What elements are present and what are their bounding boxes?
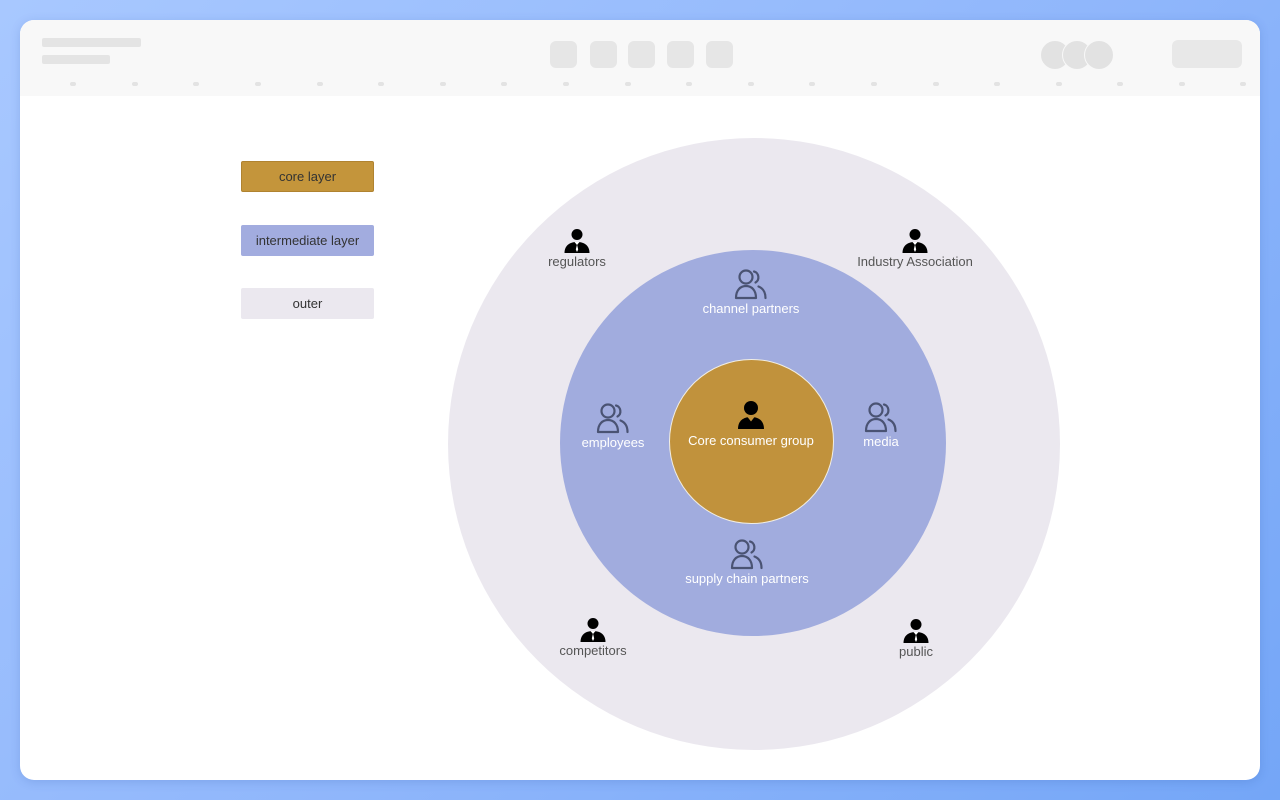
business-person-icon: [903, 619, 929, 643]
node-label: supply chain partners: [685, 571, 809, 586]
toolbar-button-2[interactable]: [590, 41, 617, 68]
ruler-mark: [994, 82, 1000, 86]
ruler-mark: [625, 82, 631, 86]
legend-core-label: core layer: [278, 169, 337, 184]
legend-outer-label: outer: [292, 296, 323, 311]
ruler-mark: [1056, 82, 1062, 86]
app-window: core layer intermediate layer outer regu…: [20, 20, 1260, 780]
node-regulators[interactable]: regulators: [467, 228, 687, 269]
node-label: competitors: [559, 643, 627, 658]
ruler-mark: [933, 82, 939, 86]
business-person-icon: [902, 229, 928, 253]
ruler-mark: [132, 82, 138, 86]
user-group-icon: [864, 402, 897, 433]
toolbar-title-placeholder: [42, 38, 141, 47]
toolbar-button-3[interactable]: [628, 41, 655, 68]
node-label: public: [899, 644, 933, 659]
ruler-mark: [1179, 82, 1185, 86]
toolbar-subtitle-placeholder: [42, 55, 110, 64]
user-group-icon: [730, 539, 763, 570]
node-channel-partners[interactable]: channel partners: [641, 267, 861, 316]
legend-core-layer[interactable]: core layer: [241, 161, 374, 192]
legend-outer-layer[interactable]: outer: [241, 288, 374, 319]
user-group-icon: [734, 269, 767, 300]
user-group-icon: [596, 403, 629, 434]
ruler-mark: [686, 82, 692, 86]
toolbar-action-button[interactable]: [1172, 40, 1242, 68]
toolbar-button-5[interactable]: [706, 41, 733, 68]
node-core-consumer-group[interactable]: Core consumer group: [641, 400, 861, 448]
ruler-mark: [378, 82, 384, 86]
avatar[interactable]: [1084, 40, 1114, 70]
node-label: channel partners: [702, 301, 800, 316]
ruler-mark: [871, 82, 877, 86]
toolbar-button-1[interactable]: [550, 41, 577, 68]
business-person-icon: [564, 229, 590, 253]
node-public[interactable]: public: [806, 618, 1026, 659]
ruler-mark: [193, 82, 199, 86]
ruler-mark: [440, 82, 446, 86]
node-competitors[interactable]: competitors: [483, 617, 703, 658]
ruler-mark: [748, 82, 754, 86]
ruler-mark: [501, 82, 507, 86]
business-person-icon: [580, 618, 606, 642]
ruler-mark: [1117, 82, 1123, 86]
node-label: Core consumer group: [688, 433, 814, 448]
ruler-mark: [70, 82, 76, 86]
toolbar: [20, 20, 1260, 96]
ruler-mark: [1240, 82, 1246, 86]
person-icon: [738, 401, 764, 429]
ruler-mark: [809, 82, 815, 86]
legend-intermediate-label: intermediate layer: [255, 233, 360, 248]
ruler-mark: [255, 82, 261, 86]
node-industry-association[interactable]: Industry Association: [805, 228, 1025, 269]
legend-intermediate-layer[interactable]: intermediate layer: [241, 225, 374, 256]
ruler-mark: [563, 82, 569, 86]
toolbar-button-4[interactable]: [667, 41, 694, 68]
ruler-mark: [317, 82, 323, 86]
node-supply-chain-partners[interactable]: supply chain partners: [637, 537, 857, 586]
